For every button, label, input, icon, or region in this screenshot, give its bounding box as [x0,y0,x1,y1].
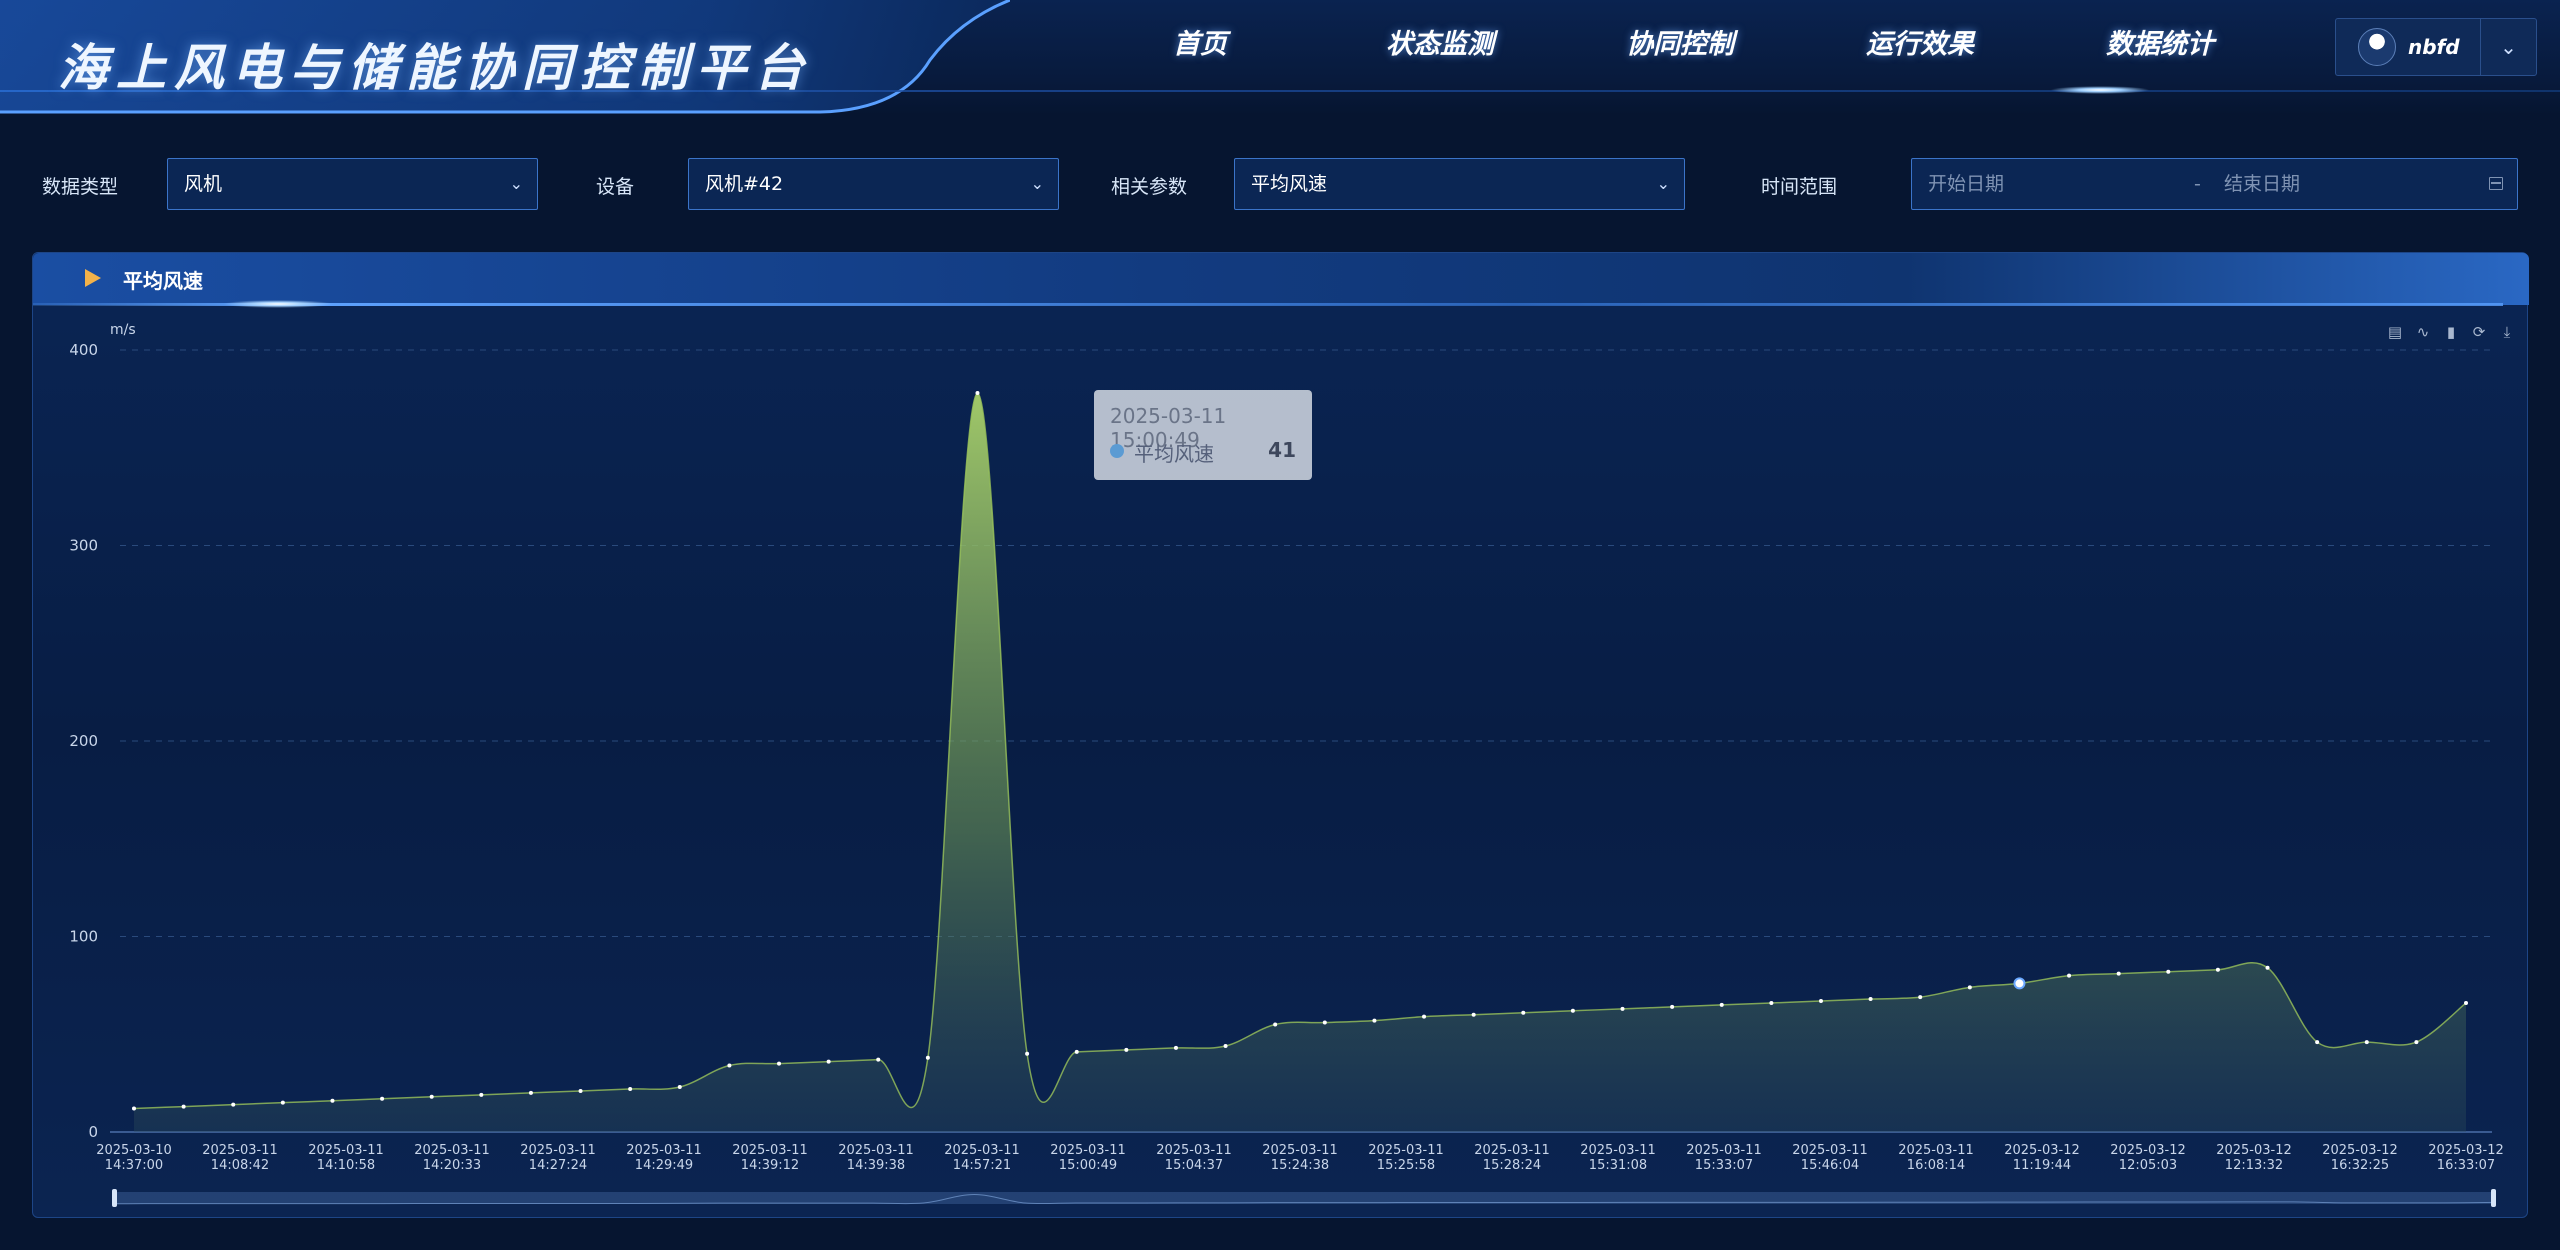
data-point [1918,995,1923,1000]
data-point [2215,967,2220,972]
x-tick-label: 2025-03-11 14:20:33 [414,1143,490,1173]
data-point [280,1100,285,1105]
zoom-slider[interactable] [112,1189,2496,1207]
data-point [1967,985,1972,990]
data-point [1124,1047,1129,1052]
data-point [2464,1000,2468,1005]
data-point [1025,1051,1030,1056]
data-point [1223,1043,1228,1048]
x-tick-label: 2025-03-11 15:04:37 [1156,1143,1232,1173]
data-point [1570,1008,1575,1013]
data-point [231,1102,236,1107]
data-point [2265,965,2270,970]
data-point [677,1085,682,1090]
data-point [1868,997,1873,1002]
data-point [975,391,980,396]
x-tick-label: 2025-03-11 15:24:38 [1262,1143,1338,1173]
x-tick-label: 2025-03-10 14:37:00 [96,1143,172,1173]
x-tick-label: 2025-03-11 14:08:42 [202,1143,278,1173]
data-point [2315,1040,2320,1045]
data-point [380,1096,385,1101]
data-point [1521,1010,1526,1015]
data-point [2166,969,2171,974]
y-tick-label: 300 [69,537,98,555]
data-point [2116,971,2121,976]
data-point [826,1059,831,1064]
data-point [479,1092,484,1097]
x-tick-label: 2025-03-12 11:19:44 [2004,1143,2080,1173]
zoom-handle-start[interactable] [112,1189,117,1207]
zoom-handle-end[interactable] [2491,1189,2496,1207]
x-tick-label: 2025-03-12 12:13:32 [2216,1143,2292,1173]
data-point [1074,1049,1079,1054]
data-point [1322,1020,1327,1025]
data-point [1422,1014,1427,1019]
data-point [578,1088,583,1093]
x-tick-label: 2025-03-11 14:39:38 [838,1143,914,1173]
x-tick-label: 2025-03-11 15:00:49 [1050,1143,1126,1173]
data-point [1670,1004,1675,1009]
tooltip-series-name: 平均风速 [1134,442,1214,466]
data-point [628,1086,633,1091]
chart-tooltip: 2025-03-11 15:00:49 平均风速 41 [1094,390,1312,480]
x-tick-label: 2025-03-12 16:32:25 [2322,1143,2398,1173]
y-tick-label: 200 [69,732,98,750]
tooltip-series-dot [1110,444,1124,458]
y-tick-label: 100 [69,928,98,946]
data-point [1620,1006,1625,1011]
y-axis-unit: m/s [110,322,136,338]
data-point [1273,1022,1278,1027]
data-point [2364,1040,2369,1045]
data-point [1719,1002,1724,1007]
data-point [777,1061,782,1066]
x-tick-label: 2025-03-11 14:10:58 [308,1143,384,1173]
highlighted-data-point [2013,977,2026,990]
data-point [330,1098,335,1103]
y-tick-label: 0 [88,1123,98,1141]
data-point [1173,1045,1178,1050]
data-point [925,1055,930,1060]
x-tick-label: 2025-03-11 15:33:07 [1686,1143,1762,1173]
x-tick-label: 2025-03-11 14:29:49 [626,1143,702,1173]
x-tick-label: 2025-03-12 16:33:07 [2428,1143,2504,1173]
x-tick-label: 2025-03-11 15:25:58 [1368,1143,1444,1173]
data-point [1818,999,1823,1004]
x-tick-label: 2025-03-11 14:39:12 [732,1143,808,1173]
tooltip-value: 41 [1268,438,1296,462]
x-tick-label: 2025-03-11 15:31:08 [1580,1143,1656,1173]
data-point [1471,1012,1476,1017]
y-tick-label: 400 [69,341,98,359]
data-point [528,1090,533,1095]
data-point [727,1063,732,1068]
wind-speed-chart: 0 100 200 300 400 m/s 2025-03-10 14:37:00 2025-0… [69,322,2504,1205]
x-tick-label: 2025-03-11 14:57:21 [944,1143,1020,1173]
data-point [429,1094,434,1099]
x-tick-label: 2025-03-11 15:46:04 [1792,1143,1868,1173]
x-tick-label: 2025-03-11 16:08:14 [1898,1143,1974,1173]
x-tick-label: 2025-03-12 12:05:03 [2110,1143,2186,1173]
x-tick-label: 2025-03-11 15:28:24 [1474,1143,1550,1173]
x-tick-label: 2025-03-11 14:27:24 [520,1143,596,1173]
data-point [2414,1040,2419,1045]
series-area [134,393,2466,1133]
data-point [1769,1000,1774,1005]
data-point [876,1057,881,1062]
data-point [1372,1018,1377,1023]
data-point [181,1104,186,1109]
data-point [2067,973,2072,978]
data-point [132,1106,136,1111]
